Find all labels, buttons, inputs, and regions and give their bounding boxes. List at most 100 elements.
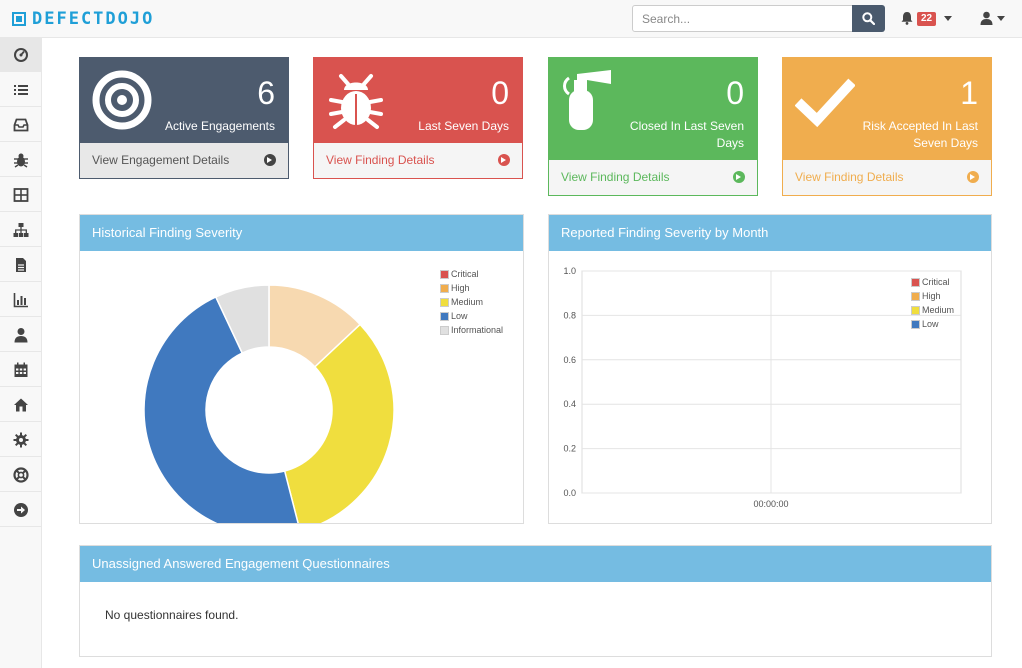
legend-item: Informational <box>440 323 503 337</box>
closed-last-seven-days-count: 0 <box>726 75 744 111</box>
active-engagements-count: 6 <box>257 75 275 111</box>
sidebar-item-configuration[interactable] <box>0 423 42 457</box>
last-seven-days-panel: 0 Last Seven Days View Finding Details <box>313 57 523 179</box>
chevron-down-icon[interactable] <box>997 16 1005 21</box>
view-finding-details-label: View Finding Details <box>795 170 904 184</box>
view-finding-details-link[interactable]: View Finding Details <box>549 160 757 195</box>
legend-swatch <box>440 269 449 279</box>
legend-label: Low <box>451 311 468 321</box>
view-finding-details-label: View Finding Details <box>561 170 670 184</box>
y-tick-label: 0.4 <box>563 399 576 409</box>
view-engagement-details-label: View Engagement Details <box>92 153 230 167</box>
legend-swatch <box>440 325 449 335</box>
sidebar-item-reports[interactable] <box>0 248 42 282</box>
chevron-down-icon[interactable] <box>944 16 952 21</box>
closed-last-seven-days-panel: 0 Closed In Last Seven Days View Finding… <box>548 57 758 196</box>
legend-label: Medium <box>451 297 484 307</box>
life-ring-icon <box>13 466 29 483</box>
view-engagement-details-link[interactable]: View Engagement Details <box>80 143 288 178</box>
legend-item: High <box>440 281 503 295</box>
bell-icon[interactable] <box>900 11 914 25</box>
sidebar-item-findings[interactable] <box>0 143 42 177</box>
questionnaires-panel: Unassigned Answered Engagement Questionn… <box>79 545 992 657</box>
sidebar-item-products[interactable] <box>0 73 42 107</box>
y-tick-label: 0.0 <box>563 488 576 498</box>
y-tick-label: 0.6 <box>563 355 576 365</box>
legend-swatch <box>911 277 920 287</box>
sidebar-item-calendar[interactable] <box>0 353 42 387</box>
arrow-circle-icon <box>733 171 745 183</box>
closed-last-seven-days-label: Closed In Last Seven Days <box>629 119 744 150</box>
inbox-icon <box>13 118 29 131</box>
brand-name: DEFECTDOJO <box>32 9 155 29</box>
legend-item: Medium <box>440 295 503 309</box>
bug-icon <box>14 153 28 168</box>
risk-accepted-panel: 1 Risk Accepted In Last Seven Days View … <box>782 57 992 196</box>
chart-legend: Critical High Medium Low <box>911 275 954 331</box>
sidebar-item-help[interactable] <box>0 458 42 492</box>
active-engagements-label: Active Engagements <box>164 119 275 133</box>
legend-item: Medium <box>911 303 954 317</box>
view-finding-details-link[interactable]: View Finding Details <box>314 143 522 178</box>
list-icon <box>14 84 28 95</box>
search-input[interactable] <box>632 5 853 32</box>
tachometer-icon <box>14 47 28 62</box>
calendar-icon <box>14 362 28 377</box>
arrow-circle-icon <box>498 154 510 166</box>
sidebar <box>0 38 42 668</box>
top-navbar: DEFECTDOJO 22 <box>0 0 1022 38</box>
y-tick-label: 1.0 <box>563 266 576 276</box>
last-seven-days-label: Last Seven Days <box>418 119 509 133</box>
search-button[interactable] <box>852 5 885 32</box>
user-icon <box>14 327 28 342</box>
sidebar-item-dashboard[interactable] <box>0 38 42 72</box>
legend-swatch <box>911 319 920 329</box>
bug-icon <box>329 74 383 129</box>
legend-item: High <box>911 289 954 303</box>
legend-swatch <box>911 291 920 301</box>
legend-item: Critical <box>911 275 954 289</box>
view-finding-details-link[interactable]: View Finding Details <box>783 160 991 195</box>
user-icon[interactable] <box>980 11 993 25</box>
legend-swatch <box>440 283 449 293</box>
sidebar-item-metrics[interactable] <box>0 283 42 317</box>
monthly-severity-panel: Reported Finding Severity by Month 1.0 0.… <box>548 214 992 524</box>
historical-severity-title: Historical Finding Severity <box>80 215 523 251</box>
legend-swatch <box>440 311 449 321</box>
house-icon <box>14 398 28 411</box>
sidebar-item-logout[interactable] <box>0 493 42 527</box>
y-tick-label: 0.2 <box>563 444 576 454</box>
legend-label: Critical <box>451 269 479 279</box>
y-tick-label: 0.8 <box>563 310 576 320</box>
sidebar-item-engagements[interactable] <box>0 108 42 142</box>
legend-label: Critical <box>922 277 950 287</box>
arrow-circle-icon <box>264 154 276 166</box>
legend-swatch <box>911 305 920 315</box>
bar-chart-icon <box>13 292 28 307</box>
legend-label: High <box>451 283 470 293</box>
sidebar-item-users[interactable] <box>0 318 42 352</box>
sidebar-item-questionnaires[interactable] <box>0 388 42 422</box>
x-tick-label: 00:00:00 <box>753 499 788 509</box>
active-engagements-panel: 6 Active Engagements View Engagement Det… <box>79 57 289 179</box>
last-seven-days-count: 0 <box>491 75 509 111</box>
bullseye-icon <box>92 70 152 130</box>
no-questionnaires-message: No questionnaires found. <box>105 608 239 622</box>
brand-logo[interactable]: DEFECTDOJO <box>12 9 154 29</box>
monthly-severity-title: Reported Finding Severity by Month <box>549 215 991 251</box>
sidebar-item-endpoints[interactable] <box>0 213 42 247</box>
notification-count-badge[interactable]: 22 <box>917 12 937 26</box>
legend-item: Critical <box>440 267 503 281</box>
file-icon <box>16 257 26 272</box>
questionnaires-title: Unassigned Answered Engagement Questionn… <box>80 546 991 582</box>
sidebar-item-components[interactable] <box>0 178 42 212</box>
arrow-circle-icon <box>967 171 979 183</box>
arrow-circle-icon <box>14 502 28 517</box>
legend-label: High <box>922 291 941 301</box>
risk-accepted-label: Risk Accepted In Last Seven Days <box>862 119 978 150</box>
legend-swatch <box>440 297 449 307</box>
check-icon <box>795 78 855 128</box>
search-icon <box>862 12 875 25</box>
historical-severity-panel: Historical Finding Severity Critical High… <box>79 214 524 524</box>
legend-item: Low <box>440 309 503 323</box>
